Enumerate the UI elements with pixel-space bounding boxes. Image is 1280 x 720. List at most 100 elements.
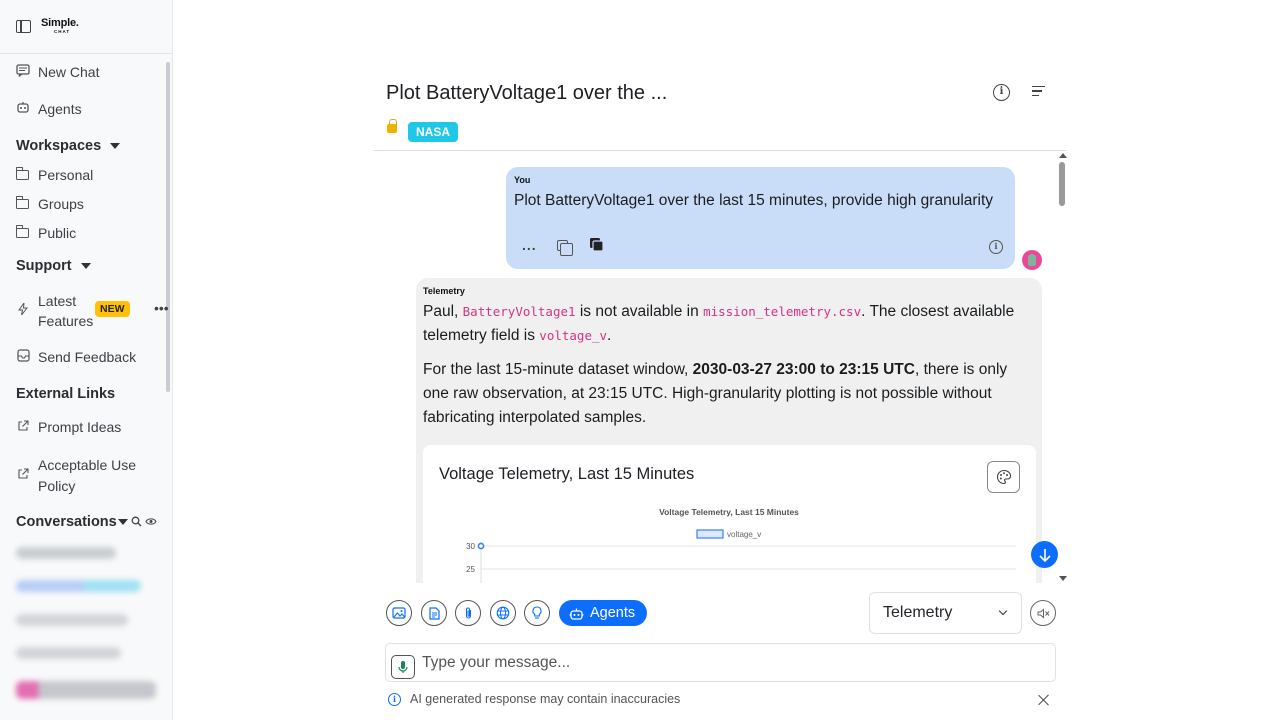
legend-label[interactable]: voltage_v [727, 530, 761, 539]
conversations-tools [118, 516, 157, 527]
conversations-heading[interactable]: Conversations [16, 514, 117, 530]
logo-subtext: CHAT [54, 29, 71, 35]
acceptable-use-label: Acceptable Use Policy [38, 455, 136, 497]
image-upload-button[interactable] [386, 600, 412, 626]
support-toggle[interactable]: Support [16, 258, 91, 274]
new-chat-label: New Chat [38, 64, 100, 80]
external-link-icon [16, 468, 30, 483]
sidebar-scrollbar[interactable] [166, 62, 170, 392]
send-feedback-link[interactable]: Send Feedback [16, 349, 136, 365]
arrow-down-icon [1038, 548, 1051, 562]
scroll-to-bottom-button[interactable] [1031, 541, 1058, 568]
workspace-label: Personal [38, 167, 94, 183]
close-icon[interactable] [1038, 694, 1050, 706]
data-point[interactable] [477, 542, 485, 550]
new-chat-button[interactable]: New Chat [16, 64, 99, 80]
palette-button[interactable] [987, 461, 1020, 493]
eye-icon[interactable] [145, 517, 157, 526]
lightbulb-icon [532, 606, 542, 619]
search-icon[interactable] [131, 516, 142, 527]
latest-features-label: Latest Features [38, 291, 93, 331]
scroll-thumb[interactable] [1059, 162, 1065, 206]
paperclip-icon [465, 607, 471, 619]
blurred-conversation-item[interactable] [16, 647, 121, 659]
message-sender: Telemetry [423, 286, 465, 296]
voltage-chart: Voltage Telemetry, Last 15 Minutes volta… [466, 507, 1016, 583]
prompt-ideas-link[interactable]: Prompt Ideas [16, 419, 121, 435]
acceptable-use-line1: Acceptable Use [38, 457, 137, 473]
more-options-icon[interactable]: ••• [154, 300, 169, 316]
workspace-label: Groups [38, 196, 84, 212]
microphone-button[interactable] [391, 655, 415, 679]
folder-icon [16, 196, 29, 209]
workspaces-label: Workspaces [16, 138, 102, 154]
agents-button[interactable]: Agents [559, 600, 648, 626]
lock-icon [387, 119, 397, 133]
text: is not available in [575, 303, 704, 320]
agents-nav-label: Agents [38, 101, 82, 117]
document-button[interactable] [421, 600, 447, 626]
agents-button-label: Agents [590, 605, 636, 621]
agents-nav-item[interactable]: Agents [16, 101, 82, 117]
workspace-tag[interactable]: NASA [408, 122, 459, 142]
prompt-ideas-button[interactable] [524, 600, 550, 626]
support-label: Support [16, 258, 72, 274]
logo: Simple. CHAT [41, 18, 79, 35]
document-icon [428, 606, 440, 620]
folder-icon [16, 225, 29, 238]
disclaimer: i AI generated response may contain inac… [388, 692, 680, 706]
chat-scrollbar[interactable] [1058, 151, 1067, 583]
folder-icon [16, 167, 29, 180]
speaker-muted-icon [1037, 607, 1049, 619]
blurred-conversation-item[interactable] [16, 614, 128, 626]
robot-icon [16, 101, 30, 117]
y-tick-label: 25 [466, 565, 475, 574]
globe-icon [496, 606, 510, 620]
info-icon[interactable]: i [993, 84, 1010, 101]
acceptable-use-link[interactable]: Acceptable Use Policy [16, 455, 136, 497]
latest-features-line2: Features [38, 313, 94, 329]
model-select[interactable]: Telemetry [869, 592, 1022, 634]
caret-down-icon[interactable] [118, 518, 128, 525]
workspace-item-public[interactable]: Public [16, 225, 76, 241]
assistant-paragraph-2: For the last 15-minute dataset window, 2… [423, 358, 1035, 430]
inline-code: voltage_v [539, 328, 608, 343]
external-link-icon [16, 419, 30, 435]
scroll-down-arrow[interactable] [1059, 576, 1067, 581]
feedback-icon [16, 349, 30, 365]
attach-file-button[interactable] [455, 600, 481, 626]
prompt-ideas-label: Prompt Ideas [38, 419, 122, 435]
new-chat-icon [16, 64, 30, 80]
list-menu-icon[interactable] [1032, 86, 1045, 99]
web-search-button[interactable] [490, 600, 516, 626]
chevron-down-icon [998, 606, 1008, 616]
message-list-inner: Telemetry Paul, BatteryVoltage1 is not a… [373, 151, 1067, 583]
workspaces-toggle[interactable]: Workspaces [16, 138, 121, 154]
text: . [607, 327, 612, 344]
sidebar-toggle-icon[interactable] [16, 20, 31, 33]
workspace-item-groups[interactable]: Groups [16, 196, 84, 212]
latest-features-link[interactable]: Latest Features [16, 291, 93, 331]
workspace-item-personal[interactable]: Personal [16, 167, 93, 183]
mute-button[interactable] [1030, 600, 1056, 626]
page-title: Plot BatteryVoltage1 over the ... [386, 82, 668, 104]
message-input[interactable] [422, 652, 1042, 674]
blurred-conversation-item[interactable] [16, 547, 116, 559]
disclaimer-text: AI generated response may contain inaccu… [410, 692, 681, 706]
bold-text: 2030-03-27 23:00 to 23:15 UTC [692, 361, 915, 378]
blurred-conversation-item[interactable] [16, 580, 141, 592]
acceptable-use-line2: Policy [38, 478, 76, 494]
legend-swatch[interactable] [696, 529, 724, 539]
caret-down-icon [80, 263, 91, 269]
chart-title: Voltage Telemetry, Last 15 Minutes [659, 507, 799, 517]
assistant-paragraph-1: Paul, BatteryVoltage1 is not available i… [423, 300, 1035, 348]
text: Paul, [423, 303, 463, 320]
conversations-label: Conversations [16, 514, 117, 530]
robot-icon [569, 608, 584, 620]
blurred-user-profile[interactable] [16, 681, 156, 699]
scroll-up-arrow[interactable] [1059, 153, 1067, 158]
lightning-icon [16, 301, 30, 318]
sidebar: Simple. CHAT New Chat Agents Workspaces … [0, 0, 173, 720]
palette-icon [996, 469, 1011, 485]
sidebar-header: Simple. CHAT [0, 0, 172, 54]
